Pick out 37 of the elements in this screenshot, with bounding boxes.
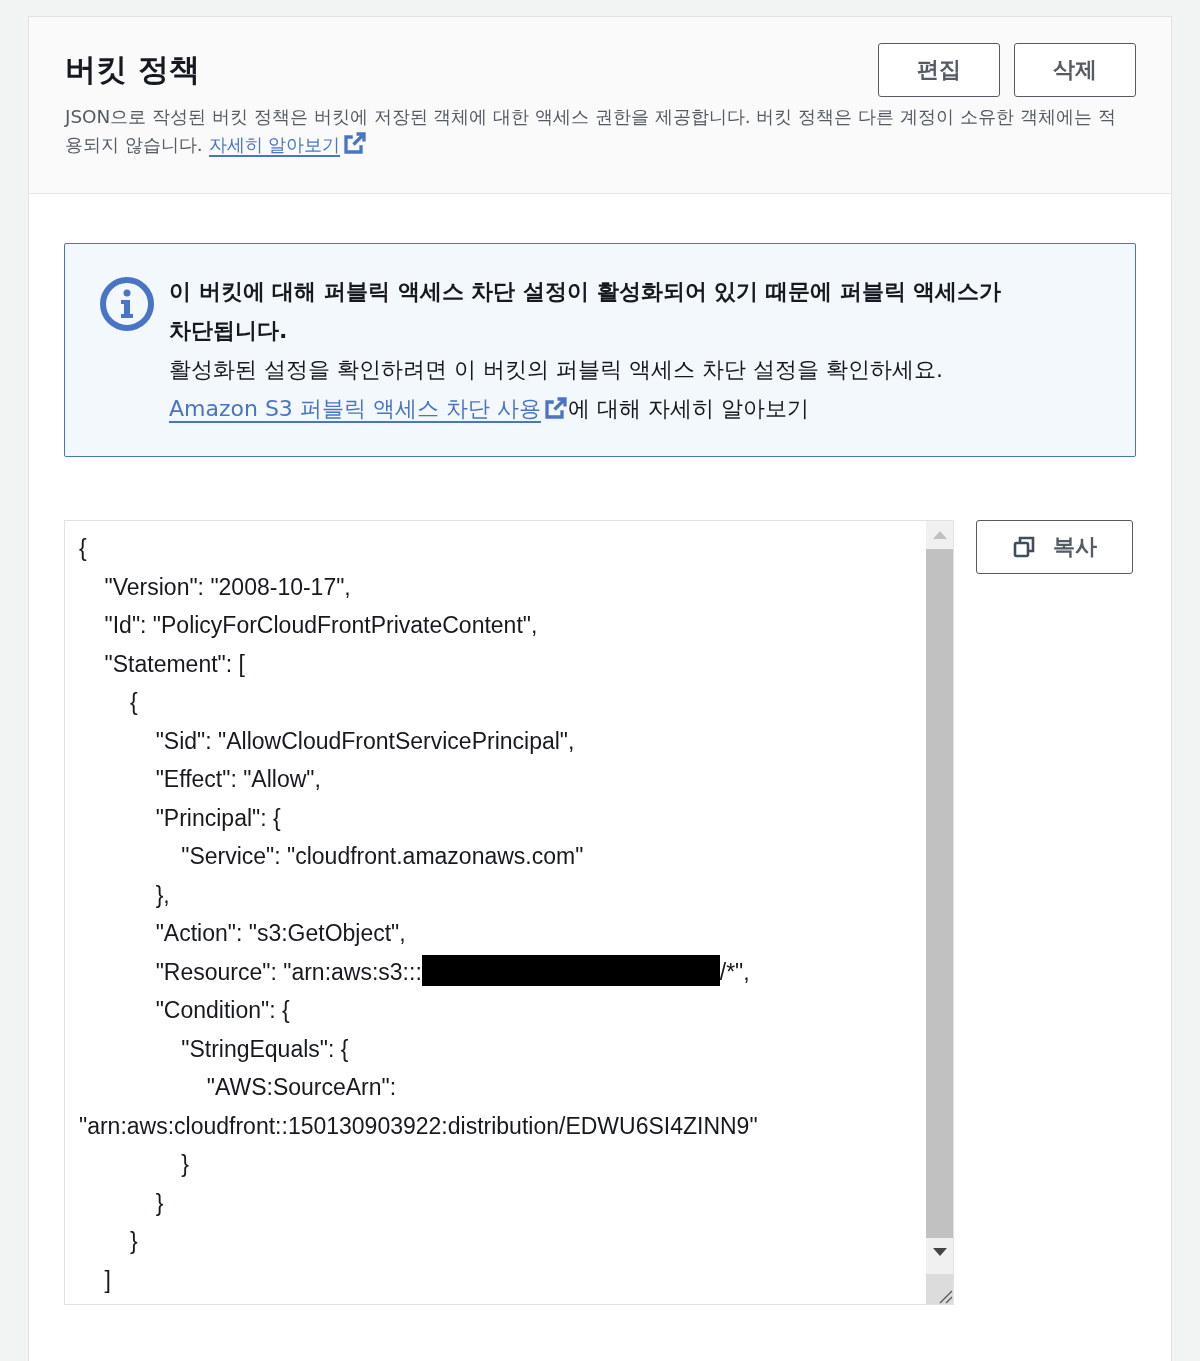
code-line: ] <box>103 1265 112 1295</box>
code-line: "Resource": "arn:aws:s3::: /*", <box>79 952 926 991</box>
code-line: "Version": "2008-10-17", <box>103 572 352 602</box>
code-line: "Id": "PolicyForCloudFrontPrivateContent", <box>103 611 539 640</box>
info-icon <box>99 276 155 332</box>
block-public-access-link[interactable]: Amazon S3 퍼블릭 액세스 차단 사용 <box>169 396 541 423</box>
code-line: "Action": "s3:GetObject", <box>154 919 407 948</box>
code-line: { <box>79 534 88 563</box>
code-line: "Service": "cloudfront.amazonaws.com" <box>180 842 585 871</box>
external-link-icon <box>543 396 568 420</box>
code-line: } <box>154 1188 165 1218</box>
code-line: "Effect": "Allow", <box>154 765 322 794</box>
code-line: "Sid": "AllowCloudFrontServicePrincipal", <box>154 726 576 756</box>
code-line: "Principal": { <box>154 803 282 833</box>
alert-message: 활성화된 설정을 확인하려면 이 버킷의 퍼블릭 액세스 차단 설정을 확인하세요. <box>169 356 944 384</box>
alert-title: 이 버킷에 대해 퍼블릭 액세스 차단 설정이 활성화되어 있기 때문에 퍼블릭 액세스가 차단됩니다. <box>169 278 1003 345</box>
scroll-down-icon[interactable] <box>932 1248 947 1256</box>
code-line: "AWS:SourceArn": <box>205 1073 398 1102</box>
action-button[interactable]: 편집 <box>878 43 1000 97</box>
section-title: 버킷 정책 <box>65 50 200 89</box>
scrollbar-thumb[interactable] <box>926 549 953 1238</box>
code-line: } <box>180 1150 190 1179</box>
learn-more-link[interactable]: 자세히 알아보기 <box>208 134 341 157</box>
copy-icon <box>1012 536 1035 558</box>
alert-link-suffix: 에 대해 자세히 알아보기 <box>567 396 809 421</box>
code-line: }, <box>154 880 171 910</box>
code-line: "Condition": { <box>154 996 291 1025</box>
code-line: "StringEquals": { <box>180 1034 350 1064</box>
code-line: { <box>129 688 139 717</box>
resize-handle[interactable] <box>926 1274 953 1304</box>
code-line: "arn:aws:cloudfront::150130903922:distribution/EDWU6SI4ZINN9" <box>79 1111 759 1141</box>
copy-button[interactable]: 복사 <box>976 520 1133 574</box>
code-line: "Statement": [ <box>103 649 246 679</box>
action-button[interactable]: 삭제 <box>1014 43 1136 97</box>
external-link-icon <box>343 131 368 155</box>
description-text: JSON으로 작성된 버킷 정책은 버킷에 저장된 객체에 대한 액세스 권한을 제공합니다. 버킷 정책은 다른 계정이 소유한 객체에는 적용되지 않습니다. 자세히 알아보기 <box>65 105 1117 159</box>
code-line: } <box>129 1227 139 1256</box>
